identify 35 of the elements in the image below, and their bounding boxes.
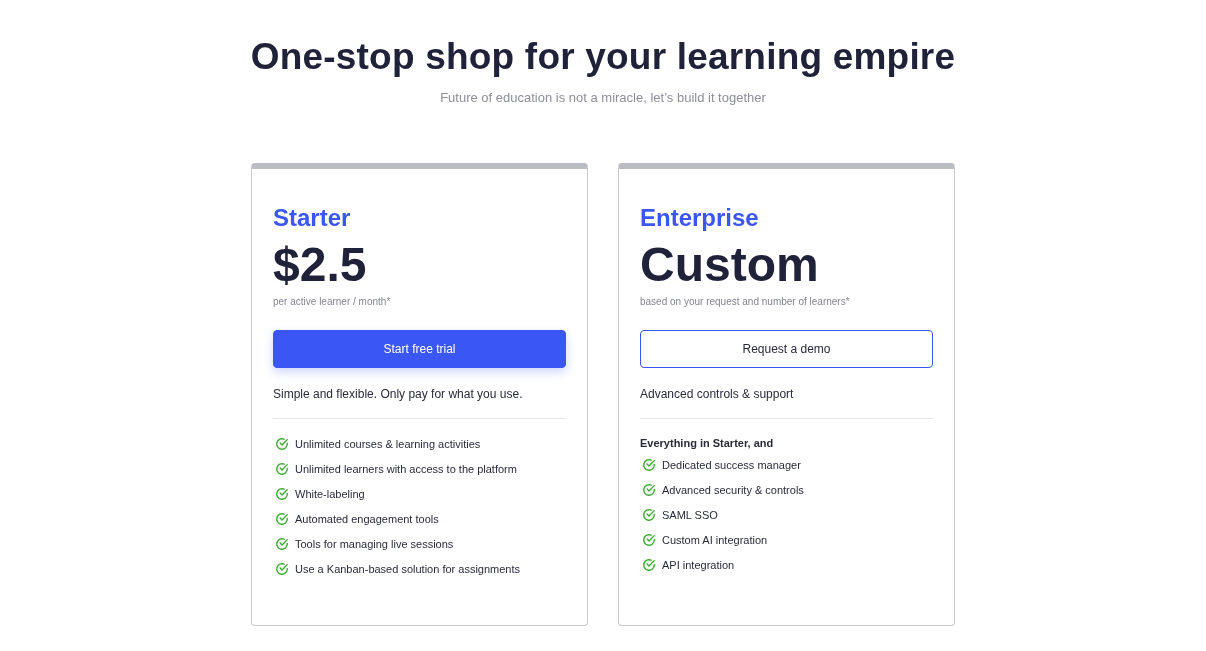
check-circle-icon (642, 532, 656, 547)
features-heading: Everything in Starter, and (640, 436, 774, 451)
trial-button[interactable]: Start free trial (273, 330, 566, 368)
feature-text: Unlimited courses & learning activities (295, 436, 481, 451)
page-heading: One-stop shop for your learning empire (250, 35, 956, 79)
check-circle-icon (642, 457, 656, 472)
plan-name: Enterprise (640, 203, 759, 233)
check-circle-icon (275, 536, 289, 551)
plan-name: Starter (273, 203, 351, 233)
feature-text: Dedicated success manager (662, 457, 801, 472)
check-circle-icon (275, 436, 289, 451)
feature-text: Use a Kanban-based solution for assignments (295, 561, 521, 576)
feature-text: SAML SSO (662, 507, 718, 522)
check-circle-icon (642, 482, 656, 497)
check-circle-icon (642, 557, 656, 572)
feature-text: White-labeling (295, 486, 365, 501)
feature-text: API integration (662, 557, 735, 572)
feature-text: Tools for managing live sessions (295, 536, 454, 551)
page-subheading: Future of education is not a miracle, let’s build it together (440, 90, 766, 106)
feature-text: Advanced security & controls (662, 482, 804, 497)
plan-price: Custom (640, 239, 819, 291)
check-circle-icon (642, 507, 656, 522)
check-circle-icon (275, 486, 289, 501)
check-circle-icon (275, 561, 289, 576)
plan-summary: Simple and flexible. Only pay for what you use. (273, 386, 523, 402)
feature-text: Unlimited learners with access to the platform (295, 461, 517, 476)
check-circle-icon (275, 511, 289, 526)
plan-price: $2.5 (273, 239, 367, 291)
feature-text: Automated engagement tools (295, 511, 439, 526)
demo-button[interactable]: Request a demo (640, 330, 933, 368)
feature-text: Custom AI integration (662, 532, 768, 547)
check-circle-icon (275, 461, 289, 476)
plan-summary: Advanced controls & support (640, 386, 794, 402)
price-note: per active learner / month* (273, 295, 391, 309)
price-note: based on your request and number of learners* (640, 295, 850, 309)
